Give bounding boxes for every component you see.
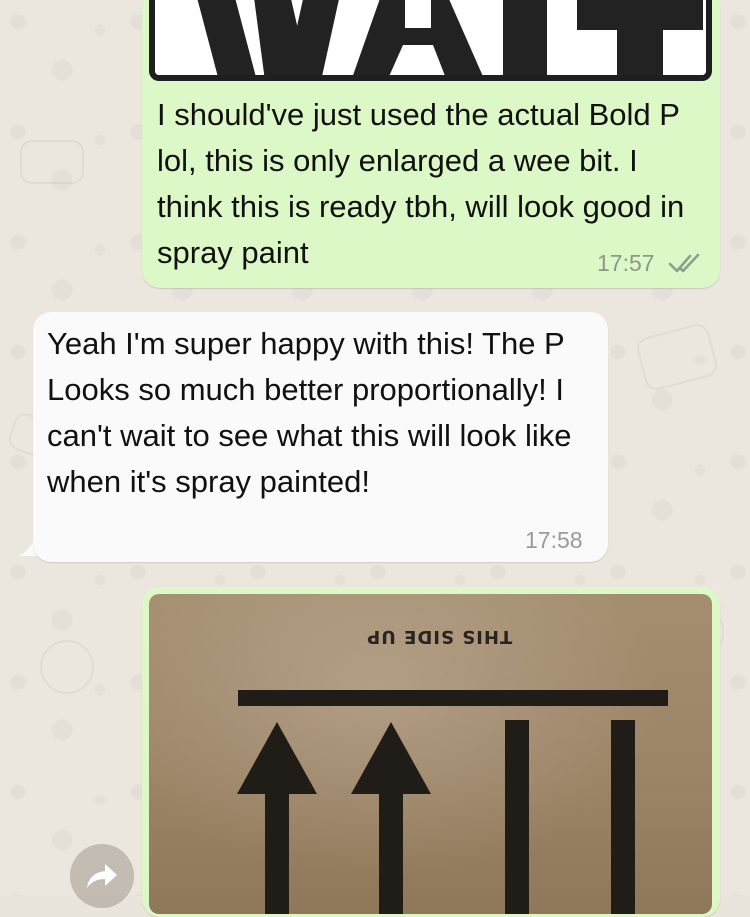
forward-arrow-icon (87, 864, 117, 888)
wait-sign-image[interactable] (149, 0, 712, 81)
double-check-icon (668, 253, 700, 273)
wallpaper-doodle (634, 321, 720, 393)
message-timestamp: 17:57 (597, 250, 655, 276)
stencil-arrows-graphic (237, 690, 668, 914)
message-timestamp: 17:58 (525, 527, 583, 553)
wallpaper-doodle (40, 640, 94, 694)
outgoing-message-text: I should've just used the actual Bold P … (157, 97, 685, 270)
incoming-message-text: Yeah I'm super happy with this! The P Lo… (47, 326, 572, 499)
forward-button[interactable] (70, 844, 134, 908)
wallpaper-doodle (20, 140, 84, 184)
